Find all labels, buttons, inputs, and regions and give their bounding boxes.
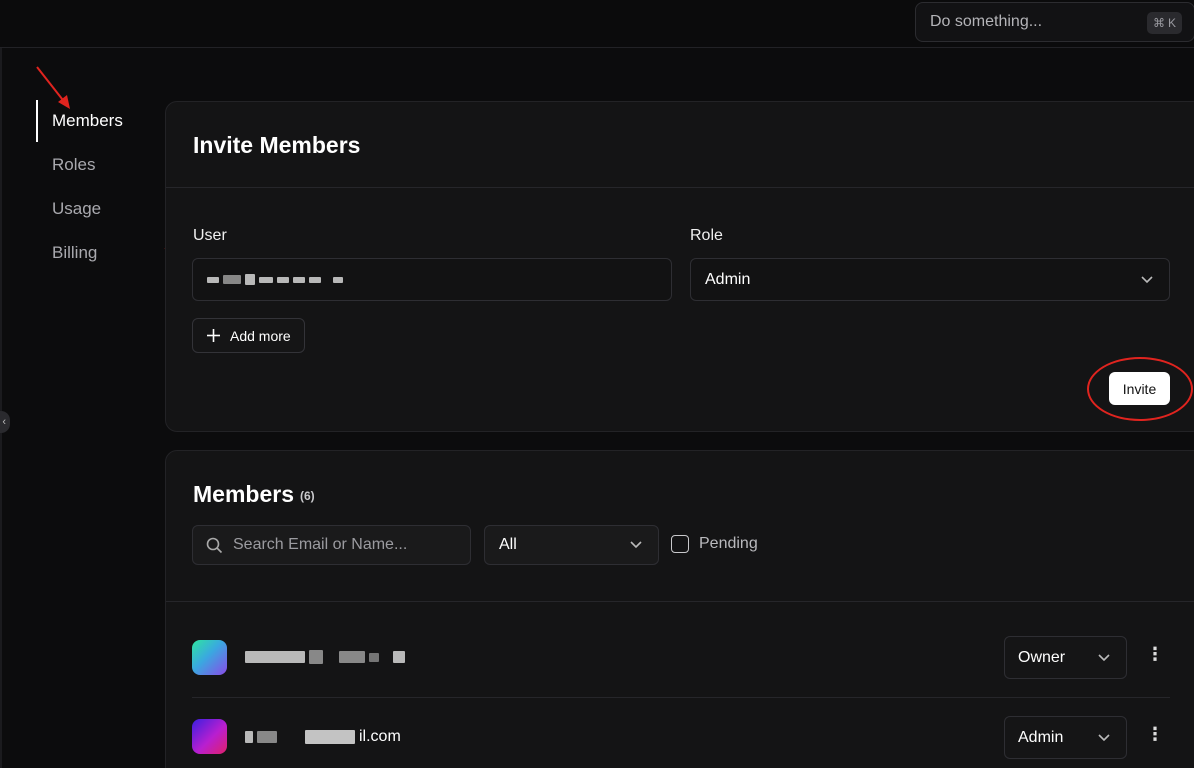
member-role-value: Owner xyxy=(1018,648,1066,666)
member-row: il.com Admin ⋮ xyxy=(166,698,1194,768)
member-role-value: Admin xyxy=(1018,728,1064,746)
sidebar-collapse-toggle[interactable]: ‹ xyxy=(0,411,10,433)
members-card-title: Members (6) xyxy=(193,481,315,508)
avatar xyxy=(192,719,227,754)
role-filter-value: All xyxy=(499,536,517,553)
member-email: il.com xyxy=(245,728,401,746)
chevron-down-icon xyxy=(1141,275,1153,283)
role-field-label: Role xyxy=(690,227,723,244)
command-palette-button[interactable]: Do something... ⌘ K xyxy=(915,2,1194,42)
sidebar-item-roles[interactable]: Roles xyxy=(36,144,156,188)
command-palette-placeholder: Do something... xyxy=(930,13,1043,30)
chevron-down-icon xyxy=(1098,653,1110,661)
member-search-input[interactable]: Search Email or Name... xyxy=(192,525,471,565)
card-divider xyxy=(166,187,1194,188)
role-select-value: Admin xyxy=(705,270,751,288)
settings-sidebar: Members Roles Usage Billing xyxy=(36,100,156,276)
search-icon xyxy=(206,537,223,553)
sidebar-item-billing[interactable]: Billing xyxy=(36,232,156,276)
add-more-label: Add more xyxy=(230,327,291,344)
shortcut-key: K xyxy=(1167,16,1176,30)
redacted-email xyxy=(245,650,409,664)
member-role-select[interactable]: Owner xyxy=(1004,636,1127,679)
search-placeholder: Search Email or Name... xyxy=(233,536,408,553)
avatar xyxy=(192,640,227,675)
members-card: Members (6) Search Email or Name... All P… xyxy=(165,450,1194,768)
member-role-select[interactable]: Admin xyxy=(1004,716,1127,759)
chevron-down-icon xyxy=(630,541,642,549)
sidebar-item-members[interactable]: Members xyxy=(36,100,156,142)
pending-checkbox[interactable] xyxy=(671,535,689,553)
members-title-text: Members xyxy=(193,481,294,507)
pending-label: Pending xyxy=(699,535,758,552)
top-bar: Do something... ⌘ K xyxy=(0,0,1194,48)
member-row: Owner ⋮ xyxy=(166,618,1194,698)
app-root: Do something... ⌘ K ‹ Members Roles Usag… xyxy=(0,0,1194,768)
member-email xyxy=(245,650,409,664)
user-email-input[interactable] xyxy=(192,258,672,301)
invite-button[interactable]: Invite xyxy=(1109,372,1170,405)
more-options-icon[interactable]: ⋮ xyxy=(1146,644,1164,665)
redacted-email xyxy=(245,730,359,744)
pending-filter[interactable]: Pending xyxy=(671,535,758,553)
plus-icon xyxy=(207,329,220,342)
chevron-left-icon: ‹ xyxy=(2,416,6,428)
invite-card-title: Invite Members xyxy=(193,132,361,158)
more-options-icon[interactable]: ⋮ xyxy=(1146,724,1164,745)
card-divider xyxy=(166,601,1194,602)
redacted-email xyxy=(207,274,347,285)
left-edge-divider xyxy=(0,48,2,768)
sidebar-item-usage[interactable]: Usage xyxy=(36,188,156,232)
shortcut-badge: ⌘ K xyxy=(1146,12,1182,34)
invite-members-card: Invite Members User Role Admin Add more xyxy=(165,101,1194,432)
add-more-button[interactable]: Add more xyxy=(192,318,305,353)
members-count-badge: (6) xyxy=(299,488,315,503)
user-field-label: User xyxy=(193,227,227,244)
chevron-down-icon xyxy=(1098,733,1110,741)
role-select[interactable]: Admin xyxy=(690,258,1170,301)
command-key-icon: ⌘ xyxy=(1152,16,1165,30)
role-filter-select[interactable]: All xyxy=(484,525,659,565)
